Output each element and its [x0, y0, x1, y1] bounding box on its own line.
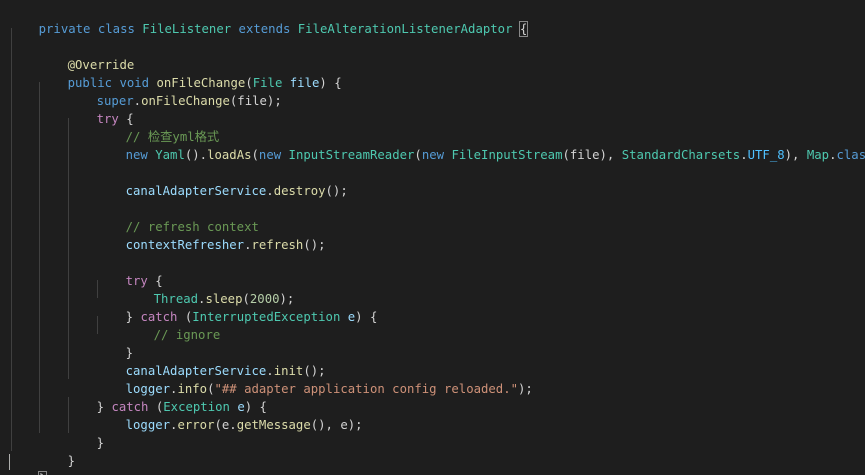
code-line: try { — [67, 92, 134, 126]
token: error — [177, 418, 215, 432]
token: ); — [518, 382, 533, 396]
token: ) { — [355, 310, 378, 324]
code-line: logger.error(e.getMessage(), e); — [96, 398, 363, 432]
code-line: @Override — [38, 38, 135, 72]
token: (); — [325, 184, 348, 198]
token: (file), — [562, 148, 622, 162]
code-line: try { — [96, 254, 163, 288]
token: onFileChange — [141, 94, 230, 108]
token: StandardCharsets — [621, 148, 741, 162]
token: new — [258, 148, 282, 162]
code-line: canalAdapterService.init(); — [96, 344, 326, 378]
code-line: } catch (Exception e) { — [67, 380, 267, 414]
token: file — [289, 76, 320, 90]
token: UTF_8 — [747, 148, 785, 162]
code-line: logger.info("## adapter application conf… — [96, 362, 533, 396]
token: getMessage — [236, 418, 311, 432]
code-editor[interactable]: private class FileListener extends FileA… — [0, 0, 865, 475]
token: Map — [806, 148, 830, 162]
token: FileListener — [142, 22, 232, 36]
token: . — [266, 184, 274, 198]
code-line: } — [96, 326, 133, 360]
token: FileInputStream — [451, 148, 563, 162]
token: ), — [784, 148, 807, 162]
token: class — [97, 22, 135, 36]
token: destroy — [273, 184, 326, 198]
token: new — [421, 148, 445, 162]
matched-bracket: { — [518, 21, 529, 37]
code-line: super.onFileChange(file); — [67, 74, 282, 108]
token: . — [133, 94, 142, 108]
code-line: private class FileListener extends FileA… — [9, 2, 529, 37]
token: (). — [184, 148, 208, 162]
token: (), e); — [310, 418, 363, 432]
text-cursor — [9, 454, 10, 470]
token: logger — [125, 418, 171, 432]
token: . — [244, 238, 252, 252]
comment: // ignore — [153, 328, 221, 342]
token: new — [125, 148, 148, 162]
token: } — [67, 454, 76, 468]
token: (); — [303, 238, 326, 252]
code-line: } catch (InterruptedException e) { — [96, 290, 378, 324]
code-line: new Yaml().loadAs(new InputStreamReader(… — [96, 128, 865, 162]
token: extends — [238, 22, 291, 36]
code-line: Thread.sleep(2000); — [124, 272, 295, 306]
token: loadAs — [207, 148, 252, 162]
code-line: // refresh context — [96, 200, 259, 234]
code-line: // 检查yml格式 — [96, 110, 220, 144]
code-line: } — [38, 434, 75, 468]
token: class — [836, 148, 865, 162]
token: (e. — [214, 418, 237, 432]
token: } — [96, 436, 105, 450]
token: private — [38, 22, 91, 36]
token: contextRefresher — [125, 238, 245, 252]
code-line: // ignore — [124, 308, 221, 342]
code-line: public void onFileChange(File file) { — [38, 56, 342, 90]
token: refresh — [251, 238, 304, 252]
token: Yaml — [155, 148, 185, 162]
token: FileAlterationListenerAdaptor — [297, 22, 513, 36]
token: . — [740, 148, 748, 162]
token: canalAdapterService — [125, 184, 267, 198]
indent-guide — [11, 28, 12, 451]
token: ( — [414, 148, 422, 162]
code-line: } — [9, 452, 48, 475]
indent-guide — [39, 82, 40, 433]
indent-guide — [68, 118, 69, 379]
token: ( — [251, 148, 259, 162]
code-line: contextRefresher.refresh(); — [96, 218, 326, 252]
token: ) { — [319, 76, 342, 90]
token: (file); — [229, 94, 282, 108]
code-line: canalAdapterService.destroy(); — [96, 164, 348, 198]
code-line: } — [67, 416, 104, 450]
token: InputStreamReader — [288, 148, 415, 162]
